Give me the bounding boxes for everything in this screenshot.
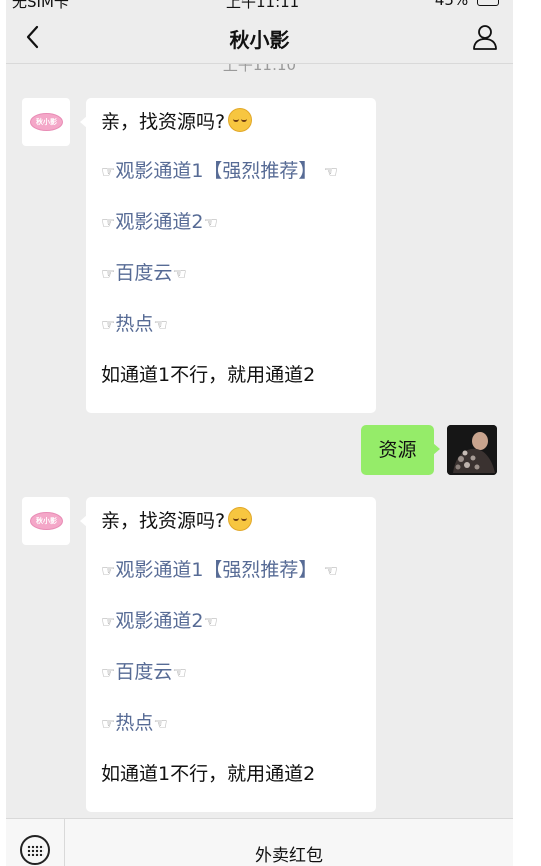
- user-profile-icon[interactable]: [471, 23, 499, 51]
- brand-logo: 秋小影: [30, 512, 63, 530]
- hand-pointing-left-icon: ☜: [203, 213, 218, 232]
- hand-pointing-left-icon: ☜: [153, 714, 168, 733]
- footer-text: 如通道1不行，就用通道2: [101, 763, 316, 785]
- battery-percent: 45%: [434, 0, 469, 9]
- channel-link[interactable]: ☞观影通道1【强烈推荐】 ☜: [101, 146, 361, 197]
- menu-item-takeout-redpacket[interactable]: 外卖红包: [65, 841, 513, 866]
- message-bubble[interactable]: 亲，找资源吗? ☞观影通道1【强烈推荐】 ☜ ☞观影通道2☜ ☞百度云☜ ☞热点…: [80, 497, 376, 812]
- user-avatar-image: [447, 425, 497, 475]
- user-avatar[interactable]: [447, 425, 497, 475]
- bottom-menu-bar: 外卖红包: [6, 818, 513, 866]
- relieved-face-emoji-icon: [228, 108, 253, 132]
- channel-link[interactable]: ☞热点☜: [101, 698, 361, 749]
- greeting-line: 亲，找资源吗?: [101, 507, 361, 535]
- hand-pointing-left-icon: ☜: [172, 663, 187, 682]
- channel-link[interactable]: ☞百度云☜: [101, 248, 361, 299]
- hand-pointing-right-icon: ☞: [101, 663, 116, 682]
- channel-link[interactable]: ☞百度云☜: [101, 647, 361, 698]
- battery-icon: [477, 0, 499, 6]
- brand-logo: 秋小影: [30, 113, 63, 131]
- hand-pointing-left-icon: ☜: [153, 315, 168, 334]
- message-bubble[interactable]: 亲，找资源吗? ☞观影通道1【强烈推荐】 ☜ ☞观影通道2☜ ☞百度云☜ ☞热点…: [80, 98, 376, 413]
- sender-avatar[interactable]: 秋小影: [22, 497, 70, 545]
- hand-pointing-right-icon: ☞: [101, 162, 116, 181]
- channel-link[interactable]: ☞观影通道1【强烈推荐】 ☜: [101, 545, 361, 596]
- channel-link[interactable]: ☞观影通道2☜: [101, 197, 361, 248]
- chat-area: 无SIM卡 上午11:11 45% 上午11:10 秋小影 秋小影 亲，找资源吗…: [6, 0, 513, 866]
- hand-pointing-left-icon: ☜: [323, 561, 338, 580]
- sender-avatar[interactable]: 秋小影: [22, 98, 70, 146]
- clock: 上午11:11: [226, 0, 300, 11]
- nav-bar: 秋小影: [6, 12, 513, 64]
- status-bar: 无SIM卡 上午11:11 45%: [6, 0, 513, 11]
- hand-pointing-left-icon: ☜: [172, 264, 187, 283]
- hand-pointing-left-icon: ☜: [203, 612, 218, 631]
- hand-pointing-right-icon: ☞: [101, 612, 116, 631]
- user-message-bubble[interactable]: 资源: [361, 425, 440, 475]
- hand-pointing-right-icon: ☞: [101, 213, 116, 232]
- hand-pointing-right-icon: ☞: [101, 315, 116, 334]
- relieved-face-emoji-icon: [228, 507, 253, 531]
- carrier-label: 无SIM卡: [12, 0, 69, 11]
- keyboard-toggle-button[interactable]: [20, 835, 50, 865]
- greeting-line: 亲，找资源吗?: [101, 108, 361, 136]
- phone-screen: 无SIM卡 上午11:11 45% 上午11:10 秋小影 秋小影 亲，找资源吗…: [0, 0, 541, 866]
- footer-text: 如通道1不行，就用通道2: [101, 364, 316, 386]
- channel-link[interactable]: ☞观影通道2☜: [101, 596, 361, 647]
- battery-indicator: 45%: [435, 0, 499, 9]
- channel-link[interactable]: ☞热点☜: [101, 299, 361, 350]
- hand-pointing-left-icon: ☜: [323, 162, 338, 181]
- keyboard-icon: [27, 845, 44, 856]
- chat-title: 秋小影: [229, 28, 290, 52]
- hand-pointing-right-icon: ☞: [101, 264, 116, 283]
- hand-pointing-right-icon: ☞: [101, 561, 116, 580]
- hand-pointing-right-icon: ☞: [101, 714, 116, 733]
